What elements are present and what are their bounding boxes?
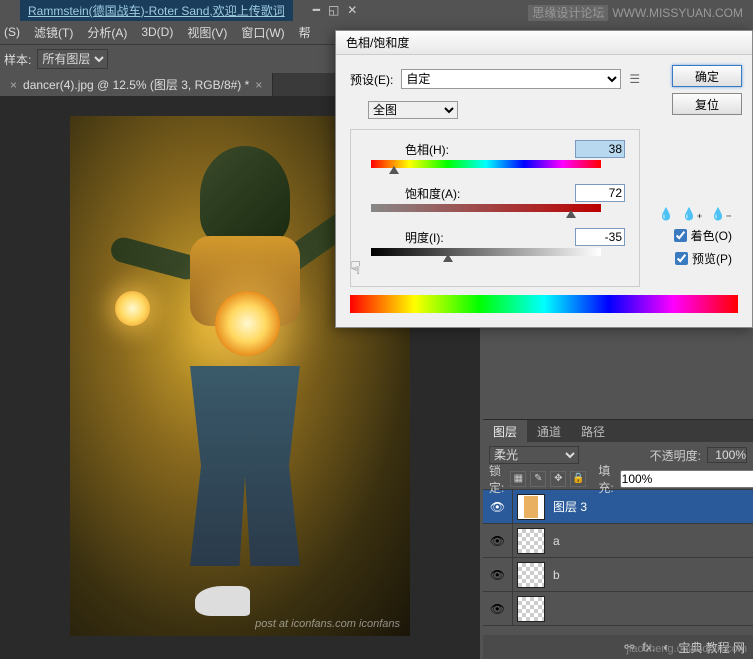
forum-branding: 思缘设计论坛WWW.MISSYUAN.COM xyxy=(528,4,743,21)
visibility-eye-icon[interactable]: 👁 xyxy=(483,558,513,591)
lock-pixels-icon[interactable]: ✎ xyxy=(530,471,546,487)
minimize-button[interactable]: ━ xyxy=(313,3,320,17)
colorize-label: 着色(O) xyxy=(691,227,732,244)
visibility-eye-icon[interactable]: 👁 xyxy=(483,490,513,523)
eyedropper-plus-icon[interactable]: 💧₊ xyxy=(681,207,702,221)
lightness-input[interactable] xyxy=(575,228,625,246)
layer-name: b xyxy=(549,568,560,582)
lock-position-icon[interactable]: ✥ xyxy=(550,471,566,487)
preset-menu-icon[interactable]: ☰ xyxy=(629,72,640,86)
saturation-slider[interactable] xyxy=(371,204,601,214)
document-tab[interactable]: × dancer(4).jpg @ 12.5% (图层 3, RGB/8#) *… xyxy=(0,73,273,96)
tab-paths[interactable]: 路径 xyxy=(571,420,615,442)
hue-input[interactable] xyxy=(575,140,625,158)
lightness-slider[interactable] xyxy=(371,248,601,258)
saturation-input[interactable] xyxy=(575,184,625,202)
preview-label: 预览(P) xyxy=(692,250,732,267)
dialog-title: 色相/饱和度 xyxy=(336,31,752,55)
hue-label: 色相(H): xyxy=(405,141,449,158)
menu-analysis[interactable]: 分析(A) xyxy=(87,24,127,41)
layer-row[interactable]: 👁 b xyxy=(483,558,753,592)
menu-help[interactable]: 帮 xyxy=(299,24,311,41)
lock-transparent-icon[interactable]: ▦ xyxy=(510,471,526,487)
layer-row[interactable]: 👁 a xyxy=(483,524,753,558)
layer-name: a xyxy=(549,534,560,548)
maximize-button[interactable]: ◱ xyxy=(328,3,339,17)
fill-label: 填充: xyxy=(598,462,613,496)
tab-channels[interactable]: 通道 xyxy=(527,420,571,442)
window-title: Rammstein(德国战车)-Roter Sand,欢迎上传歌词 xyxy=(20,0,293,21)
preset-select[interactable]: 自定 xyxy=(401,69,621,89)
hue-saturation-dialog: 色相/饱和度 确定 复位 预设(E): 自定 ☰ 全图 色相(H): xyxy=(335,30,753,328)
opacity-input[interactable] xyxy=(707,447,747,463)
spectrum-bar xyxy=(350,295,738,313)
sample-label: 样本: xyxy=(4,51,31,68)
reset-button[interactable]: 复位 xyxy=(672,93,742,115)
layer-row[interactable]: 👁 图层 3 xyxy=(483,490,753,524)
hue-slider[interactable] xyxy=(371,160,601,170)
fill-input[interactable] xyxy=(620,470,753,488)
menu-view[interactable]: 视图(V) xyxy=(187,24,227,41)
preview-checkbox[interactable] xyxy=(675,252,688,265)
lightness-label: 明度(I): xyxy=(405,229,444,246)
eyedropper-icon[interactable]: 💧 xyxy=(658,207,673,221)
eyedropper-minus-icon[interactable]: 💧₋ xyxy=(711,207,732,221)
master-select[interactable]: 全图 xyxy=(368,101,458,119)
visibility-eye-icon[interactable]: 👁 xyxy=(483,592,513,625)
ok-button[interactable]: 确定 xyxy=(672,65,742,87)
canvas-watermark: post at iconfans.com iconfans xyxy=(255,618,400,630)
lock-all-icon[interactable]: 🔒 xyxy=(570,471,586,487)
visibility-eye-icon[interactable]: 👁 xyxy=(483,524,513,557)
opacity-label: 不透明度: xyxy=(650,447,701,464)
document-tab-title: dancer(4).jpg @ 12.5% (图层 3, RGB/8#) * xyxy=(23,76,249,93)
close-x-right[interactable]: × xyxy=(255,78,262,92)
menu-filter[interactable]: 滤镜(T) xyxy=(34,24,73,41)
page-watermark: jiaocheng.chazidian.com xyxy=(627,643,747,655)
colorize-checkbox[interactable] xyxy=(674,229,687,242)
saturation-label: 饱和度(A): xyxy=(405,185,460,202)
tab-layers[interactable]: 图层 xyxy=(483,420,527,442)
preset-label: 预设(E): xyxy=(350,71,393,88)
layer-row[interactable]: 👁 xyxy=(483,592,753,626)
menu-3d[interactable]: 3D(D) xyxy=(141,25,173,39)
layers-panel: 图层 通道 路径 柔光 不透明度: 锁定: ▦ ✎ ✥ 🔒 填充: 👁 图层 3… xyxy=(483,419,753,659)
sample-select[interactable]: 所有图层 xyxy=(37,49,108,69)
close-x-left[interactable]: × xyxy=(10,78,17,92)
menu-window[interactable]: 窗口(W) xyxy=(241,24,284,41)
scrubby-hand-icon[interactable]: ☟ xyxy=(350,258,361,279)
close-button[interactable]: ✕ xyxy=(347,3,357,17)
menu-s[interactable]: (S) xyxy=(4,25,20,39)
layer-name: 图层 3 xyxy=(549,498,587,515)
